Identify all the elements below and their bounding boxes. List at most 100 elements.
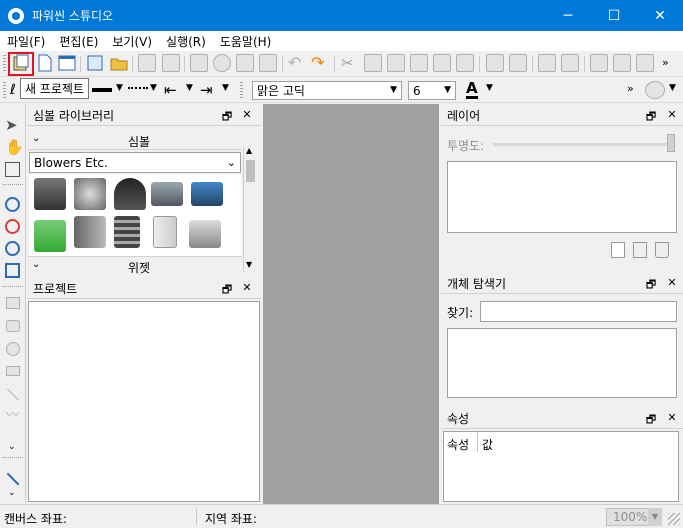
blower-symbol-6[interactable] bbox=[34, 220, 66, 252]
close-panel-icon[interactable]: ✕ bbox=[664, 411, 680, 424]
float-panel-icon[interactable]: 🗗 bbox=[643, 411, 659, 430]
blower-symbol-10[interactable] bbox=[189, 220, 221, 248]
blower-symbol-4[interactable] bbox=[151, 182, 183, 206]
float-panel-icon[interactable]: 🗗 bbox=[643, 108, 659, 127]
chevron-down-icon[interactable]: ▼ bbox=[648, 508, 662, 526]
align-center-icon[interactable] bbox=[590, 54, 608, 72]
toolbar-overflow-icon[interactable]: » bbox=[662, 54, 680, 72]
chevron-down-icon[interactable]: ▼ bbox=[186, 83, 193, 93]
rounded-rect-tool-icon[interactable] bbox=[6, 320, 20, 332]
symbol-scrollbar[interactable]: ▲ ▼ bbox=[243, 146, 257, 272]
menu-edit[interactable]: 편집(E) bbox=[52, 33, 105, 50]
zoom-window-icon[interactable] bbox=[5, 263, 20, 278]
line-start-icon[interactable]: ⇤ bbox=[164, 81, 182, 99]
cut-icon[interactable]: ✂ bbox=[341, 54, 359, 72]
chevron-down-icon[interactable]: ▼ bbox=[669, 83, 676, 93]
group-icon[interactable] bbox=[456, 54, 474, 72]
print-icon[interactable] bbox=[190, 54, 208, 72]
blower-symbol-3[interactable] bbox=[114, 178, 146, 210]
chevron-down-icon[interactable]: ▼ bbox=[486, 83, 493, 93]
resize-grip[interactable] bbox=[668, 513, 680, 525]
save-icon[interactable] bbox=[138, 54, 156, 72]
import-icon[interactable] bbox=[86, 54, 104, 72]
close-panel-icon[interactable]: ✕ bbox=[239, 281, 255, 294]
delete-icon[interactable] bbox=[364, 54, 382, 72]
drawing-canvas[interactable] bbox=[263, 104, 439, 504]
float-panel-icon[interactable]: 🗗 bbox=[219, 108, 235, 127]
screen-icon[interactable] bbox=[236, 54, 254, 72]
menu-help[interactable]: 도움말(H) bbox=[213, 33, 279, 50]
chevron-down-icon[interactable]: ▼ bbox=[150, 83, 157, 93]
properties-grid[interactable]: 속성 값 bbox=[443, 431, 679, 502]
zoom-out-icon[interactable] bbox=[5, 219, 20, 234]
close-panel-icon[interactable]: ✕ bbox=[239, 108, 255, 121]
scroll-up-icon[interactable]: ▲ bbox=[246, 146, 252, 155]
paste-icon[interactable] bbox=[410, 54, 428, 72]
duplicate-icon[interactable] bbox=[433, 54, 451, 72]
crop-icon[interactable] bbox=[5, 162, 20, 177]
verify-icon[interactable] bbox=[259, 54, 277, 72]
close-panel-icon[interactable]: ✕ bbox=[664, 108, 680, 121]
toolbar-grip[interactable] bbox=[3, 82, 6, 100]
form-icon[interactable] bbox=[58, 54, 76, 72]
text-color-button[interactable]: A bbox=[466, 80, 478, 99]
scrollbar-thumb[interactable] bbox=[246, 160, 255, 182]
line-style-icon[interactable] bbox=[128, 87, 148, 91]
layer-list[interactable] bbox=[447, 161, 677, 233]
blower-symbol-5[interactable] bbox=[191, 182, 223, 206]
menu-view[interactable]: 보기(V) bbox=[105, 33, 159, 50]
font-size-select[interactable]: 6 ▼ bbox=[408, 81, 456, 100]
blower-symbol-9[interactable] bbox=[153, 216, 177, 248]
copy-layer-icon[interactable] bbox=[633, 242, 647, 258]
line-tool-icon[interactable] bbox=[6, 388, 20, 401]
polygon-tool-icon[interactable] bbox=[6, 366, 20, 376]
settings-icon[interactable] bbox=[645, 81, 665, 99]
symbol-section-header[interactable]: ⌄ 심볼 bbox=[28, 130, 242, 150]
flip-vertical-icon[interactable] bbox=[561, 54, 579, 72]
chevron-down-icon[interactable]: ▼ bbox=[116, 83, 123, 93]
undo-icon[interactable]: ↶ bbox=[288, 54, 306, 72]
expand-tools-icon[interactable]: ⌄ bbox=[8, 442, 16, 452]
ungroup-icon[interactable] bbox=[509, 54, 527, 72]
line-weight-icon[interactable] bbox=[92, 88, 112, 92]
zoom-fit-icon[interactable] bbox=[5, 241, 20, 256]
widget-section-header[interactable]: ⌄ 위젯 bbox=[28, 256, 242, 275]
expand-tools-icon[interactable]: ⌄ bbox=[8, 488, 16, 498]
close-button[interactable]: ✕ bbox=[637, 0, 683, 31]
new-project-icon[interactable] bbox=[12, 54, 30, 72]
rectangle-tool-icon[interactable] bbox=[6, 297, 20, 309]
flip-horizontal-icon[interactable] bbox=[538, 54, 556, 72]
align-middle-icon[interactable] bbox=[613, 54, 631, 72]
blower-symbol-8[interactable] bbox=[114, 216, 140, 248]
minimize-button[interactable]: ─ bbox=[545, 0, 591, 31]
connector-tool-icon[interactable] bbox=[6, 472, 20, 486]
transparency-slider-thumb[interactable] bbox=[667, 134, 675, 152]
menu-run[interactable]: 실행(R) bbox=[159, 33, 213, 50]
blower-symbol-1[interactable] bbox=[34, 178, 66, 210]
object-search-input[interactable] bbox=[480, 301, 677, 322]
menu-file[interactable]: 파일(F) bbox=[0, 33, 52, 50]
upload-icon[interactable] bbox=[213, 54, 231, 72]
redo-icon[interactable]: ↷ bbox=[311, 54, 329, 72]
polyline-tool-icon[interactable]: 〰 bbox=[6, 404, 19, 423]
project-tree[interactable] bbox=[28, 301, 260, 502]
object-tree[interactable] bbox=[447, 328, 677, 398]
ellipse-tool-icon[interactable] bbox=[6, 342, 20, 356]
open-folder-icon[interactable] bbox=[110, 54, 128, 72]
toolbar-grip[interactable] bbox=[3, 55, 6, 73]
line-end-icon[interactable]: ⇥ bbox=[200, 81, 218, 99]
toolbar-grip[interactable] bbox=[240, 82, 243, 100]
font-family-select[interactable]: 맑은 고딕 ▼ bbox=[252, 81, 402, 100]
select-region-icon[interactable] bbox=[486, 54, 504, 72]
float-panel-icon[interactable]: 🗗 bbox=[643, 276, 659, 295]
blower-symbol-2[interactable] bbox=[74, 178, 106, 210]
pointer-icon[interactable]: ➤ bbox=[5, 116, 18, 134]
maximize-button[interactable]: ☐ bbox=[591, 0, 637, 31]
copy-icon[interactable] bbox=[387, 54, 405, 72]
zoom-in-icon[interactable] bbox=[5, 197, 20, 212]
float-panel-icon[interactable]: 🗗 bbox=[219, 281, 235, 300]
close-panel-icon[interactable]: ✕ bbox=[664, 276, 680, 289]
symbol-category-select[interactable]: Blowers Etc. ⌄ bbox=[29, 152, 241, 173]
new-layer-icon[interactable] bbox=[611, 242, 625, 258]
new-file-icon[interactable] bbox=[36, 54, 54, 72]
